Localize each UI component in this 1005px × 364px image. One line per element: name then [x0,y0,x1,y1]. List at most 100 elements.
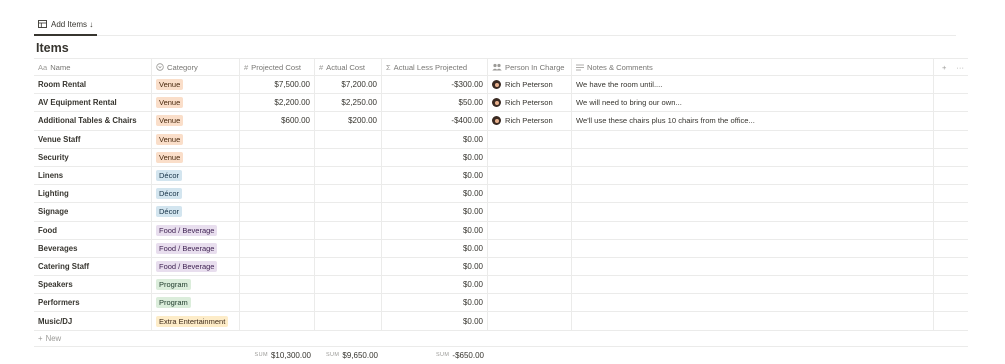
cell-person-in-charge[interactable] [488,239,572,257]
cell-actual-cost[interactable]: $200.00 [315,112,382,130]
cell-name[interactable]: Venue Staff [34,130,152,148]
cell-category[interactable]: Venue [152,76,240,94]
cell-notes[interactable] [572,276,934,294]
table-row[interactable]: Speakers Program $0.00 [34,276,968,295]
cell-person-in-charge[interactable] [488,276,572,294]
cell-actual-less-projected[interactable]: $0.00 [382,294,488,312]
cell-actual-less-projected[interactable]: $0.00 [382,276,488,294]
table-row[interactable]: Room Rental Venue $7,500.00 $7,200.00 -$300.… [34,76,968,95]
cell-person-in-charge[interactable] [488,166,572,185]
cell-actual-less-projected[interactable]: $0.00 [382,239,488,257]
sum-actual-less-projected[interactable]: SUM -$650.00 [382,348,488,362]
cell-person-in-charge[interactable] [488,294,572,312]
cell-projected-cost[interactable] [240,221,315,239]
cell-category[interactable]: Extra Entertainment [152,312,240,330]
cell-projected-cost[interactable] [240,203,315,221]
cell-projected-cost[interactable] [240,257,315,276]
cell-person-in-charge[interactable]: Rich Peterson [488,94,572,112]
cell-projected-cost[interactable]: $600.00 [240,112,315,130]
cell-person-in-charge[interactable] [488,185,572,203]
column-header-actual-less-projected[interactable]: Σ Actual Less Projected [382,59,488,75]
cell-actual-cost[interactable] [315,148,382,166]
cell-actual-less-projected[interactable]: $0.00 [382,166,488,185]
cell-category[interactable]: Program [152,276,240,294]
table-row[interactable]: Food Food / Beverage $0.00 [34,221,968,240]
cell-notes[interactable] [572,185,934,203]
column-header-projected-cost[interactable]: # Projected Cost [240,59,315,75]
cell-category[interactable]: Venue [152,148,240,166]
cell-category[interactable]: Décor [152,166,240,185]
cell-actual-less-projected[interactable]: -$400.00 [382,112,488,130]
cell-actual-cost[interactable] [315,276,382,294]
table-row[interactable]: Beverages Food / Beverage $0.00 [34,239,968,258]
cell-name[interactable]: Catering Staff [34,257,152,276]
cell-projected-cost[interactable]: $2,200.00 [240,94,315,112]
cell-name[interactable]: Security [34,148,152,166]
cell-person-in-charge[interactable]: Rich Peterson [488,112,572,130]
cell-actual-less-projected[interactable]: $50.00 [382,94,488,112]
cell-actual-less-projected[interactable]: $0.00 [382,257,488,276]
cell-name[interactable]: Signage [34,203,152,221]
cell-name[interactable]: Food [34,221,152,239]
cell-actual-cost[interactable] [315,185,382,203]
cell-actual-less-projected[interactable]: $0.00 [382,312,488,330]
column-header-notes[interactable]: Notes & Comments [572,59,934,75]
cell-name[interactable]: Room Rental [34,76,152,94]
cell-category[interactable]: Food / Beverage [152,257,240,276]
cell-projected-cost[interactable] [240,312,315,330]
cell-projected-cost[interactable] [240,294,315,312]
cell-notes[interactable]: We have the room until.... [572,76,934,94]
cell-actual-cost[interactable] [315,294,382,312]
cell-notes[interactable] [572,203,934,221]
cell-actual-less-projected[interactable]: $0.00 [382,221,488,239]
cell-actual-cost[interactable] [315,203,382,221]
cell-notes[interactable] [572,239,934,257]
cell-projected-cost[interactable]: $7,500.00 [240,76,315,94]
cell-actual-cost[interactable] [315,130,382,148]
column-header-name[interactable]: Aa Name [34,59,152,75]
cell-actual-less-projected[interactable]: -$300.00 [382,76,488,94]
table-row[interactable]: Additional Tables & Chairs Venue $600.00 $2… [34,112,968,131]
cell-category[interactable]: Venue [152,130,240,148]
cell-person-in-charge[interactable] [488,221,572,239]
cell-category[interactable]: Décor [152,203,240,221]
cell-actual-cost[interactable]: $7,200.00 [315,76,382,94]
cell-category[interactable]: Décor [152,185,240,203]
cell-actual-less-projected[interactable]: $0.00 [382,203,488,221]
new-row-button[interactable]: + New [34,330,968,347]
cell-person-in-charge[interactable] [488,312,572,330]
table-row[interactable]: Lighting Décor $0.00 [34,185,968,204]
cell-notes[interactable] [572,312,934,330]
cell-actual-cost[interactable] [315,166,382,185]
view-tab-add-items[interactable]: Add Items ↓ [34,14,98,36]
cell-projected-cost[interactable] [240,239,315,257]
column-header-actual-cost[interactable]: # Actual Cost [315,59,382,75]
cell-notes[interactable] [572,148,934,166]
cell-person-in-charge[interactable]: Rich Peterson [488,76,572,94]
cell-actual-cost[interactable] [315,239,382,257]
cell-projected-cost[interactable] [240,276,315,294]
cell-notes[interactable]: We will need to bring our own... [572,94,934,112]
cell-name[interactable]: Speakers [34,276,152,294]
sum-projected-cost[interactable]: SUM $10,300.00 [240,348,315,362]
cell-person-in-charge[interactable] [488,203,572,221]
cell-notes[interactable] [572,257,934,276]
cell-actual-cost[interactable] [315,312,382,330]
table-row[interactable]: Venue Staff Venue $0.00 [34,130,968,149]
cell-actual-less-projected[interactable]: $0.00 [382,130,488,148]
cell-actual-less-projected[interactable]: $0.00 [382,185,488,203]
cell-actual-cost[interactable]: $2,250.00 [315,94,382,112]
cell-person-in-charge[interactable] [488,148,572,166]
cell-category[interactable]: Venue [152,112,240,130]
cell-actual-less-projected[interactable]: $0.00 [382,148,488,166]
cell-person-in-charge[interactable] [488,130,572,148]
cell-notes[interactable] [572,221,934,239]
table-row[interactable]: Security Venue $0.00 [34,148,968,167]
cell-notes[interactable]: We'll use these chairs plus 10 chairs fr… [572,112,934,130]
cell-name[interactable]: Beverages [34,239,152,257]
add-property-icon[interactable]: + [942,63,946,72]
cell-person-in-charge[interactable] [488,257,572,276]
column-header-person-in-charge[interactable]: Person In Charge [488,59,572,75]
column-header-category[interactable]: Category [152,59,240,75]
cell-notes[interactable] [572,294,934,312]
